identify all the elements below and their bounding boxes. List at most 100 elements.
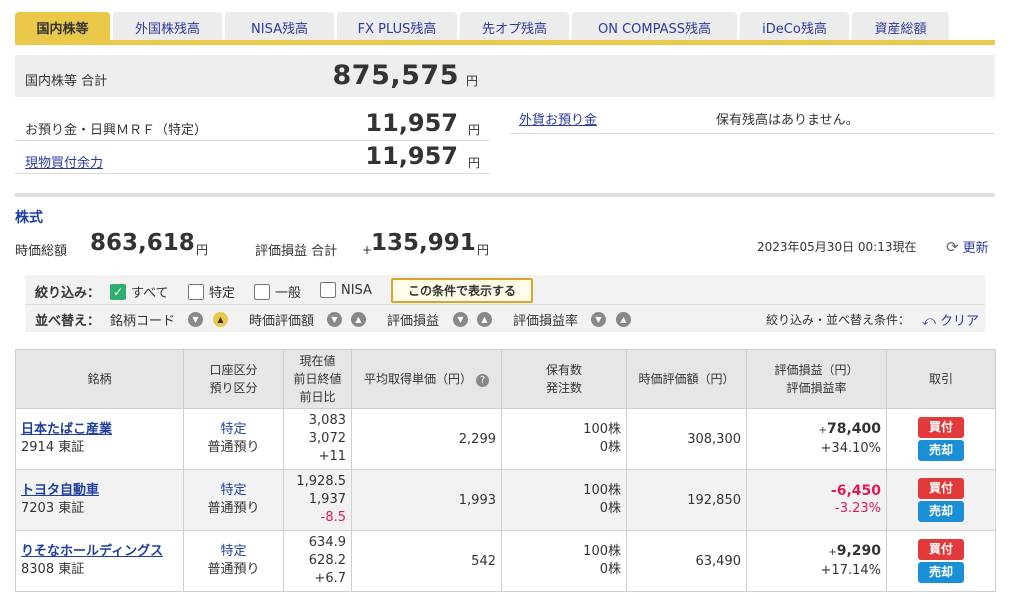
tab-fx-plus[interactable]: FX PLUS残高	[337, 12, 457, 42]
conditions-label: 絞り込み・並べ替え条件：	[765, 313, 910, 327]
avg-cost: 542	[351, 530, 502, 592]
fx-deposit-message: 保有残高はありません。	[716, 113, 859, 128]
held-quantity: 100株	[583, 483, 621, 498]
stock-cell: トヨタ自動車 7203 東証	[15, 469, 184, 531]
quantity-cell: 100株 0株	[501, 469, 627, 531]
deposit-label: お預り金・日興ＭＲＦ（特定）	[25, 123, 208, 138]
clear-button[interactable]: ⤺ クリア	[922, 310, 979, 329]
trade-cell: 買付 売却	[886, 530, 996, 592]
tab-futures-options[interactable]: 先オプ残高	[460, 12, 569, 42]
stock-name-link[interactable]: 日本たばこ産業	[21, 421, 178, 439]
sort-pl-asc-icon[interactable]: ▲	[477, 312, 492, 327]
stock-code: 2914 東証	[21, 440, 85, 455]
current-price: 1,928.5	[296, 474, 346, 489]
deposit-yen: 円	[468, 123, 481, 137]
filter-nisa-label: NISA	[341, 282, 372, 298]
timestamp: 2023年05月30日 00:13現在	[757, 240, 917, 254]
filter-all-checkbox[interactable]: ✓ すべて	[110, 282, 169, 301]
sort-pl-desc-icon[interactable]: ▼	[453, 312, 468, 327]
sort-code-desc-icon[interactable]: ▼	[188, 312, 203, 327]
fx-deposit-link[interactable]: 外貨お預り金	[519, 109, 597, 128]
filter-panel: 絞り込み： ✓ すべて 特定 一般 NISA この条件で表示する 並べ替え： 銘…	[25, 275, 985, 332]
account-cell: 特定 普通預り	[183, 530, 284, 592]
filter-tokutei-checkbox[interactable]: 特定	[188, 282, 235, 301]
sell-button[interactable]: 売却	[918, 440, 964, 461]
tab-total-assets[interactable]: 資産総額	[852, 12, 949, 42]
pl-value: -6,450	[830, 483, 881, 499]
custody-type: 普通預り	[207, 440, 260, 455]
tab-nisa[interactable]: NISA残高	[225, 12, 334, 42]
tab-underline	[15, 40, 995, 45]
sort-valuation-desc-icon[interactable]: ▼	[327, 312, 342, 327]
ordered-quantity: 0株	[599, 501, 621, 516]
account-type: 特定	[220, 544, 247, 559]
header-pl: 評価損益（円） 評価損益率	[746, 349, 887, 409]
tab-foreign-stocks[interactable]: 外国株残高	[113, 12, 222, 42]
sort-pl-rate-asc-icon[interactable]: ▲	[616, 312, 631, 327]
total-yen: 円	[466, 74, 479, 88]
filter-row: 絞り込み： ✓ すべて 特定 一般 NISA この条件で表示する	[25, 275, 985, 305]
table-header-row: 銘柄 口座区分 預り区分 現在値 前日終値 前日比 平均取得単価（円）? 保有数 発注数…	[15, 349, 996, 409]
header-account: 口座区分 預り区分	[183, 349, 284, 409]
pl-rate: +34.10%	[820, 441, 881, 456]
custody-type: 普通預り	[207, 562, 260, 577]
stock-name-link[interactable]: りそなホールディングス	[21, 543, 178, 561]
sort-valuation-label: 時価評価額	[249, 314, 315, 329]
tab-on-compass[interactable]: ON COMPASS残高	[572, 12, 737, 42]
held-quantity: 100株	[583, 544, 621, 559]
price-cell: 3,083 3,072 +11	[283, 408, 352, 470]
pl-rate: +17.14%	[820, 563, 881, 578]
filter-nisa-checkbox[interactable]: NISA	[320, 282, 372, 298]
header-quantity: 保有数 発注数	[501, 349, 627, 409]
header-price: 現在値 前日終値 前日比	[283, 349, 352, 409]
pl-cell: +78,400 +34.10%	[746, 408, 887, 470]
header-trade: 取引	[886, 349, 996, 409]
ordered-quantity: 0株	[599, 562, 621, 577]
sort-pl-rate-desc-icon[interactable]: ▼	[591, 312, 606, 327]
account-cell: 特定 普通預り	[183, 469, 284, 531]
prev-close: 1,937	[308, 492, 346, 507]
refresh-icon: ⟳	[946, 237, 959, 256]
sort-pl-label: 評価損益	[387, 314, 440, 329]
stock-name-link[interactable]: トヨタ自動車	[21, 482, 178, 500]
buy-button[interactable]: 買付	[918, 539, 964, 560]
checkmark-icon: ✓	[110, 283, 126, 300]
table-row: トヨタ自動車 7203 東証 特定 普通預り 1,928.5 1,937 -8.5 1,…	[15, 469, 996, 531]
refresh-button[interactable]: ⟳ 更新	[946, 237, 989, 257]
checkbox-empty-icon	[188, 283, 204, 300]
avg-cost: 1,993	[351, 469, 502, 531]
sell-button[interactable]: 売却	[918, 501, 964, 522]
buy-button[interactable]: 買付	[918, 417, 964, 438]
pl-total-label: 評価損益 合計	[255, 244, 338, 259]
tab-domestic-stocks[interactable]: 国内株等	[15, 12, 110, 42]
undo-icon: ⤺	[921, 314, 936, 329]
filter-ippan-checkbox[interactable]: 一般	[254, 282, 301, 301]
current-price: 3,083	[308, 413, 346, 428]
pl-value: 78,400	[826, 421, 881, 437]
stock-code: 7203 東証	[21, 501, 85, 516]
help-icon[interactable]: ?	[476, 374, 489, 387]
sort-code-label: 銘柄コード	[110, 314, 176, 329]
prev-close: 628.2	[308, 553, 346, 568]
pl-value: 9,290	[836, 543, 881, 559]
price-change: -8.5	[320, 510, 346, 525]
deposit-value: 11,957	[365, 109, 458, 137]
clear-label: クリア	[939, 314, 979, 329]
sell-button[interactable]: 売却	[918, 562, 964, 583]
market-value-yen: 円	[196, 243, 209, 257]
stock-code: 8308 東証	[21, 562, 85, 577]
buy-button[interactable]: 買付	[918, 478, 964, 499]
market-value-label: 時価総額	[15, 244, 68, 259]
buying-power-yen: 円	[468, 156, 481, 170]
apply-filter-button[interactable]: この条件で表示する	[391, 278, 533, 303]
tab-ideco[interactable]: iDeCo残高	[740, 12, 849, 42]
pl-total-yen: 円	[477, 243, 490, 257]
quantity-cell: 100株 0株	[501, 530, 627, 592]
sort-code-asc-icon[interactable]: ▲	[213, 312, 228, 327]
pl-rate: -3.23%	[835, 501, 881, 516]
sort-valuation-asc-icon[interactable]: ▲	[351, 312, 366, 327]
stocks-section-title: 株式	[15, 210, 43, 226]
buying-power-link[interactable]: 現物買付余力	[25, 152, 103, 171]
price-cell: 1,928.5 1,937 -8.5	[283, 469, 352, 531]
pl-cell: -6,450 -3.23%	[746, 469, 887, 531]
